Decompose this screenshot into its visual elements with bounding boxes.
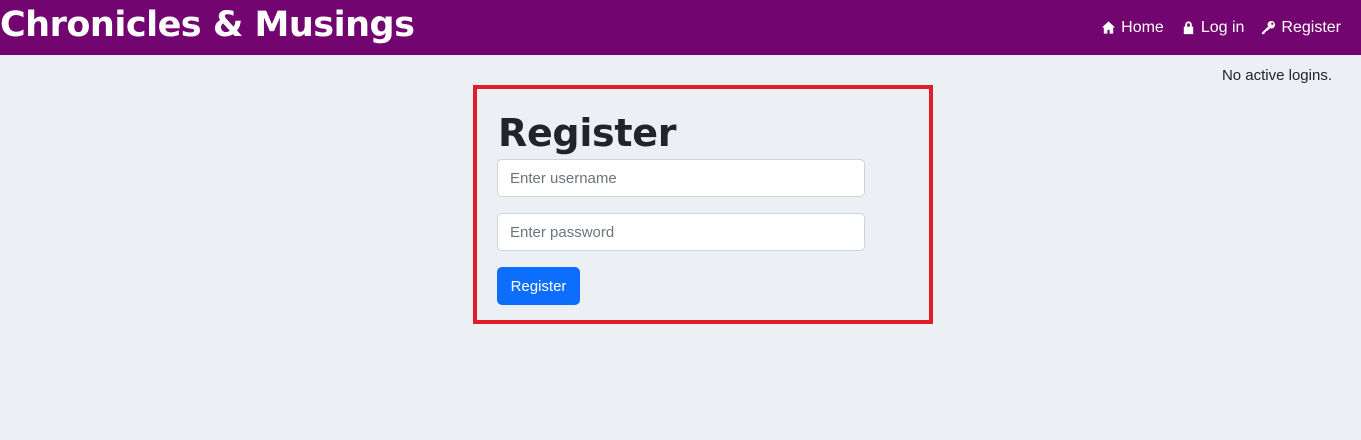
key-icon xyxy=(1262,20,1276,35)
nav-menu: Home Log in Register xyxy=(1084,19,1361,37)
register-submit-button[interactable]: Register xyxy=(497,267,580,305)
password-input[interactable] xyxy=(497,213,865,251)
home-icon xyxy=(1102,21,1116,34)
register-panel: Register Register xyxy=(473,85,933,324)
nav-register-label: Register xyxy=(1281,18,1341,36)
nav-register-link[interactable]: Register xyxy=(1261,19,1341,37)
site-brand[interactable]: Chronicles & Musings xyxy=(0,8,415,43)
nav-home-label: Home xyxy=(1121,18,1164,36)
page-title: Register xyxy=(498,111,677,155)
nav-home-link[interactable]: Home xyxy=(1101,19,1164,37)
username-input[interactable] xyxy=(497,159,865,197)
top-navbar: Chronicles & Musings Home Log in Registe… xyxy=(0,0,1361,55)
nav-login-link[interactable]: Log in xyxy=(1181,18,1245,37)
login-status-text: No active logins. xyxy=(1221,67,1332,84)
lock-icon xyxy=(1183,21,1194,35)
nav-login-label: Log in xyxy=(1200,18,1245,36)
